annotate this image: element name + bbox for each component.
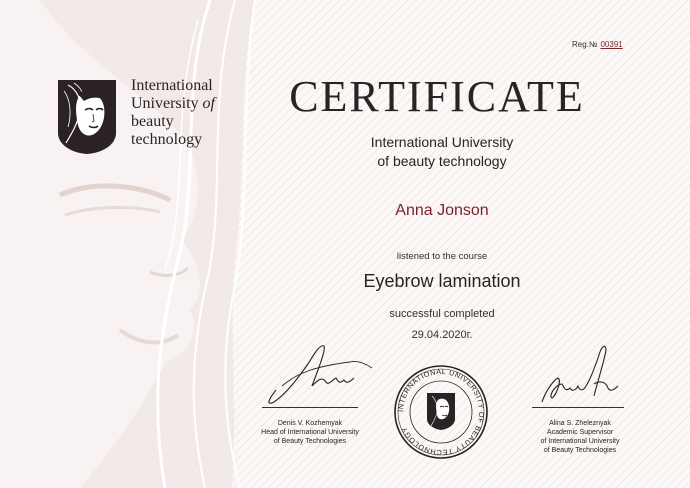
university-line-2: University of xyxy=(131,95,215,112)
woman-face-seal-icon xyxy=(427,393,455,430)
university-line-3: beauty xyxy=(131,113,174,130)
registration-value: 00391 xyxy=(600,40,623,49)
issuer-line-1: International University xyxy=(370,134,514,150)
listened-text: listened to the course xyxy=(396,251,488,262)
left-signatory-name: Denis V. Kozhemyak xyxy=(277,420,343,427)
right-signatory: Alina S. Zheleznyak Academic Supervisor … xyxy=(520,419,640,455)
left-signatory-title-1: Head of International University xyxy=(261,429,359,436)
right-signature-line xyxy=(532,407,624,408)
left-signature xyxy=(268,345,373,404)
university-name: International University of beauty techn… xyxy=(131,77,271,149)
left-signatory: Denis V. Kozhemyak Head of International… xyxy=(244,419,376,446)
right-signatory-title-1: Academic Supervisor xyxy=(546,429,614,436)
certificate: Reg.№ 00391 International University of b… xyxy=(0,0,690,488)
university-line-1: International xyxy=(131,77,213,94)
certificate-title: CERTIFICATE xyxy=(289,72,585,121)
left-signature-line xyxy=(262,407,358,408)
left-signatory-title-2: of Beauty Technologies xyxy=(273,438,347,445)
university-seal: INTERNATIONAL UNIVERSITY OF BEAUTY TECHN… xyxy=(394,365,488,459)
university-line-4: technology xyxy=(131,131,203,148)
right-signatory-title-3: of Beauty Technologies xyxy=(543,447,617,454)
registration-number: Reg.№ 00391 xyxy=(572,40,637,49)
right-signature xyxy=(541,345,619,403)
right-signatory-name: Alina S. Zheleznyak xyxy=(549,420,611,427)
course-name: Eyebrow lamination xyxy=(363,271,521,291)
completion-status: successful completed xyxy=(389,308,495,320)
woman-face-logo-icon xyxy=(56,77,118,155)
issuer-line-2: of beauty technology xyxy=(377,153,507,169)
recipient-name: Anna Jonson xyxy=(395,202,489,219)
registration-label: Reg.№ xyxy=(572,40,598,49)
issuer-name: International University of beauty techn… xyxy=(262,133,622,171)
right-signatory-title-2: of International University xyxy=(540,438,620,445)
